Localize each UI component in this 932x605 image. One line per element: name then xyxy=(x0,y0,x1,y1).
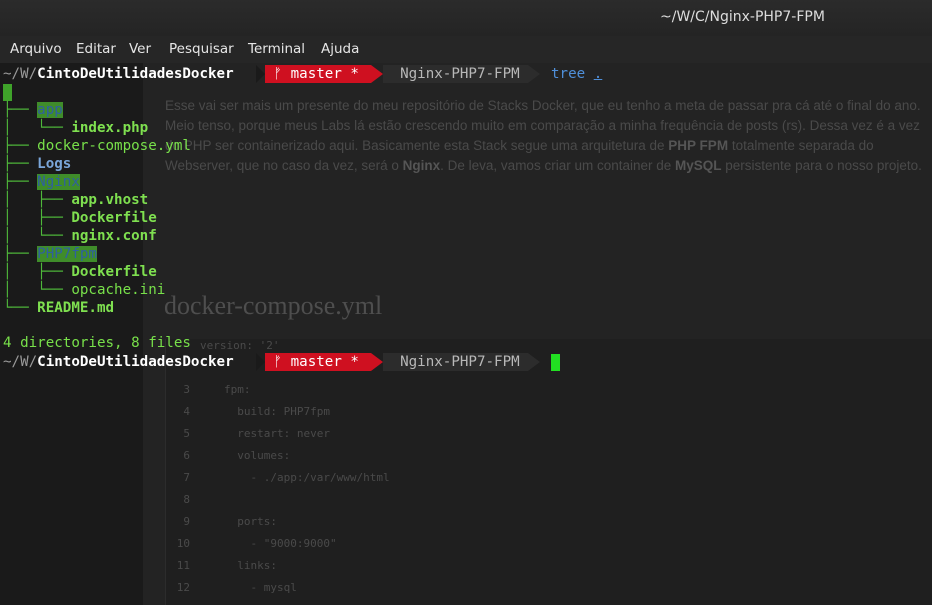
tree-directory: Logs xyxy=(37,156,72,172)
tree-file: Dockerfile xyxy=(71,210,157,226)
tree-line: │ └── nginx.conf xyxy=(3,227,157,245)
tree-line: │ ├── app.vhost xyxy=(3,191,148,209)
tree-line: │ └── index.php xyxy=(3,119,148,137)
code-line-number: 4 xyxy=(183,405,190,418)
tree-line: ├── Nginx xyxy=(3,173,80,191)
menu-arquivo[interactable]: Arquivo xyxy=(10,41,62,57)
code-line-text: - ./app:/var/www/html xyxy=(224,471,390,484)
menu-terminal[interactable]: Terminal xyxy=(248,41,305,57)
prompt-path-prefix: ~/W/ xyxy=(3,354,38,370)
command-line: tree . xyxy=(551,65,602,83)
code-line-number: 11 xyxy=(176,559,190,572)
menu-ajuda[interactable]: Ajuda xyxy=(321,41,359,57)
background-code-block: version: '2' 3 fpm: 4 build: PHP7fpm 5 resta… xyxy=(165,339,932,605)
tree-file: app.vhost xyxy=(71,192,149,208)
code-line-number: 10 xyxy=(176,537,190,550)
prompt-path-prefix: ~/W/ xyxy=(3,66,38,82)
tree-file: docker-compose.yml xyxy=(37,138,191,154)
tree-branch: │ └── xyxy=(3,228,72,244)
powerline-arrow-icon xyxy=(371,353,383,371)
code-line-number: 9 xyxy=(183,515,190,528)
code-line-number: 5 xyxy=(183,427,190,440)
tree-line: ├── docker-compose.yml xyxy=(3,137,191,155)
prompt-dir: Nginx-PHP7-FPM xyxy=(400,354,520,370)
tree-line: └── README.md xyxy=(3,299,114,317)
window-title-bar[interactable]: ~/W/C/Nginx-PHP7-FPM xyxy=(0,0,932,36)
tree-branch: │ ├── xyxy=(3,210,72,226)
code-line-number: 8 xyxy=(183,493,190,506)
tree-summary: 4 directories, 8 files xyxy=(3,335,191,351)
git-branch-name: master * xyxy=(290,354,359,370)
background-paragraph: Esse vai ser mais um presente do meu rep… xyxy=(165,98,922,173)
tree-branch: ├── xyxy=(3,174,38,190)
command-arg: . xyxy=(593,66,603,82)
code-line-text: links: xyxy=(224,559,277,572)
git-branch-name: master * xyxy=(290,66,359,82)
code-line-text: build: PHP7fpm xyxy=(224,405,330,418)
code-line-text: fpm: xyxy=(224,383,251,396)
tree-branch: ├── xyxy=(3,102,38,118)
window-title: ~/W/C/Nginx-PHP7-FPM xyxy=(660,9,825,25)
terminal-cursor[interactable] xyxy=(551,354,560,371)
background-heading: docker-compose.yml xyxy=(164,291,383,320)
tree-line: ├── PHP7fpm xyxy=(3,245,97,263)
powerline-separator xyxy=(256,353,265,371)
code-line-number: 7 xyxy=(183,471,190,484)
tree-branch: ├── xyxy=(3,156,38,172)
code-line-text: ports: xyxy=(224,515,277,528)
tree-directory: app xyxy=(37,102,63,118)
prompt-dir: Nginx-PHP7-FPM xyxy=(400,66,520,82)
code-line-number: 12 xyxy=(176,581,190,594)
prompt-path-bold: CintoDeUtilidadesDocker xyxy=(37,354,234,370)
tree-directory: Nginx xyxy=(37,174,80,190)
tree-line: ├── Logs xyxy=(3,155,71,173)
tree-file: opcache.ini xyxy=(71,282,166,298)
background-web-page: Esse vai ser mais um presente do meu rep… xyxy=(143,63,932,605)
menu-editar[interactable]: Editar xyxy=(76,41,116,57)
git-branch-segment: ᚠ master * xyxy=(265,65,371,83)
powerline-arrow-icon xyxy=(528,353,540,371)
prompt-path-bold: CintoDeUtilidadesDocker xyxy=(37,66,234,82)
powerline-arrow-icon xyxy=(371,65,383,83)
git-branch-segment: ᚠ master * xyxy=(265,353,371,371)
tree-directory: PHP7fpm xyxy=(37,246,97,262)
tree-branch: │ ├── xyxy=(3,192,72,208)
tree-file: nginx.conf xyxy=(71,228,157,244)
tree-branch: │ └── xyxy=(3,120,72,136)
tree-line: │ └── opcache.ini xyxy=(3,281,165,299)
git-branch-icon: ᚠ xyxy=(273,66,283,82)
tree-line: │ ├── Dockerfile xyxy=(3,209,157,227)
tree-branch: │ └── xyxy=(3,282,72,298)
tree-file: README.md xyxy=(37,300,115,316)
code-line-text: - mysql xyxy=(224,581,297,594)
tree-branch: └── xyxy=(3,300,38,316)
powerline-separator xyxy=(256,65,265,83)
code-line-text: version: '2' xyxy=(200,339,280,352)
git-branch-icon: ᚠ xyxy=(273,354,283,370)
tree-file: index.php xyxy=(71,120,149,136)
tree-line: │ ├── Dockerfile xyxy=(3,263,157,281)
powerline-arrow-icon xyxy=(528,65,540,83)
code-line-text: - "9000:9000" xyxy=(224,537,337,550)
prompt-line-current: ~/W/CintoDeUtilidadesDocker xyxy=(3,353,234,371)
tree-branch: ├── xyxy=(3,138,38,154)
code-line-number: 3 xyxy=(183,383,190,396)
dir-segment: Nginx-PHP7-FPM xyxy=(383,65,528,83)
code-line-text: restart: never xyxy=(224,427,330,440)
tree-file: Dockerfile xyxy=(71,264,157,280)
prompt-line: ~/W/CintoDeUtilidadesDocker xyxy=(3,65,234,83)
tree-line: ├── app xyxy=(3,101,63,119)
tree-root-marker xyxy=(3,84,12,101)
code-line-text: volumes: xyxy=(224,449,291,462)
menu-bar: Arquivo Editar Ver Pesquisar Terminal Aj… xyxy=(0,36,932,63)
terminal-view[interactable]: Esse vai ser mais um presente do meu rep… xyxy=(0,63,932,605)
code-line-number: 6 xyxy=(183,449,190,462)
menu-ver[interactable]: Ver xyxy=(129,41,151,57)
menu-pesquisar[interactable]: Pesquisar xyxy=(169,41,234,57)
tree-branch: ├── xyxy=(3,246,38,262)
dir-segment: Nginx-PHP7-FPM xyxy=(383,353,528,371)
tree-branch: │ ├── xyxy=(3,264,72,280)
command-name: tree xyxy=(551,66,586,82)
